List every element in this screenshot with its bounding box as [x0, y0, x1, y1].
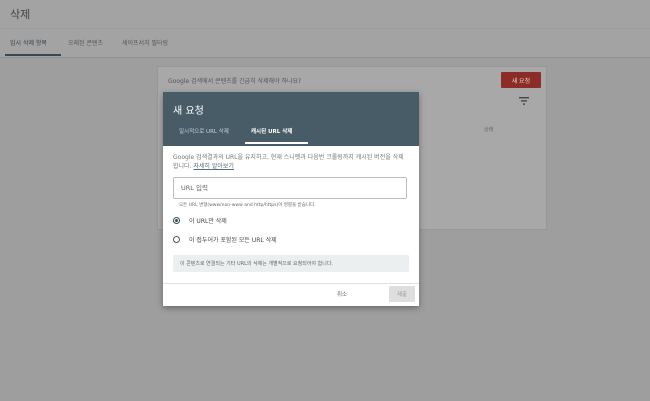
filter-icon[interactable]: [519, 97, 529, 105]
dialog-description: Google 검색결과의 URL을 유지하고, 현재 스니펫과 다음번 크롤링까…: [173, 153, 407, 171]
tab-clear-cached-url[interactable]: 캐시된 URL 삭제: [251, 127, 292, 135]
page-tabs: 임시 삭제 항목 오래된 콘텐츠 세이프서치 필터링: [0, 29, 650, 58]
info-note: 이 콘텐츠로 연결되는 기타 URL의 삭제는 개별적으로 요청되어야 합니다.: [173, 255, 409, 272]
dialog-active-tab-indicator: [245, 142, 308, 144]
cancel-button[interactable]: 취소: [331, 287, 353, 301]
dialog-title: 새 요청: [173, 106, 204, 117]
new-request-dialog: 새 요청 일시적으로 URL 삭제 캐시된 URL 삭제 Google 검색결과…: [163, 92, 419, 306]
submit-button[interactable]: 제출: [389, 286, 415, 302]
active-tab-indicator: [5, 54, 61, 56]
info-text: 이 콘텐츠로 연결되는 기타 URL의 삭제는 개별적으로 요청되어야 합니다.: [180, 261, 334, 267]
radio-checked-icon[interactable]: [173, 217, 180, 224]
page-header: 삭제: [0, 0, 650, 28]
dialog-header: 새 요청 일시적으로 URL 삭제 캐시된 URL 삭제: [163, 92, 419, 146]
tab-temporarily-remove-url[interactable]: 일시적으로 URL 삭제: [179, 127, 229, 135]
radio-remove-prefix-urls[interactable]: 이 접두어가 포함된 모든 URL 삭제: [173, 235, 277, 244]
urgent-removal-question: Google 검색에서 콘텐츠를 긴급히 삭제해야 하나요?: [168, 78, 302, 85]
url-input[interactable]: [173, 177, 407, 199]
radio-label-prefix: 이 접두어가 포함된 모든 URL 삭제: [189, 237, 277, 244]
learn-more-link[interactable]: 자세히 알아보기: [193, 163, 234, 170]
radio-remove-this-url-only[interactable]: 이 URL만 삭제: [173, 216, 227, 225]
tab-temporary-removals[interactable]: 임시 삭제 항목: [10, 38, 47, 47]
radio-unchecked-icon[interactable]: [173, 236, 180, 243]
new-request-button[interactable]: 새 요청: [501, 72, 541, 88]
url-input-hint: 모든 URL 변형(www/non-www and http/https)이 영…: [179, 203, 316, 208]
tab-outdated-content[interactable]: 오래된 콘텐츠: [68, 38, 103, 47]
page-title: 삭제: [10, 8, 31, 21]
tab-safesearch-filtering[interactable]: 세이프서치 필터링: [122, 38, 168, 47]
dialog-divider: [163, 283, 419, 284]
status-column-header: 상태: [484, 127, 494, 133]
radio-label-this-url: 이 URL만 삭제: [189, 218, 227, 225]
